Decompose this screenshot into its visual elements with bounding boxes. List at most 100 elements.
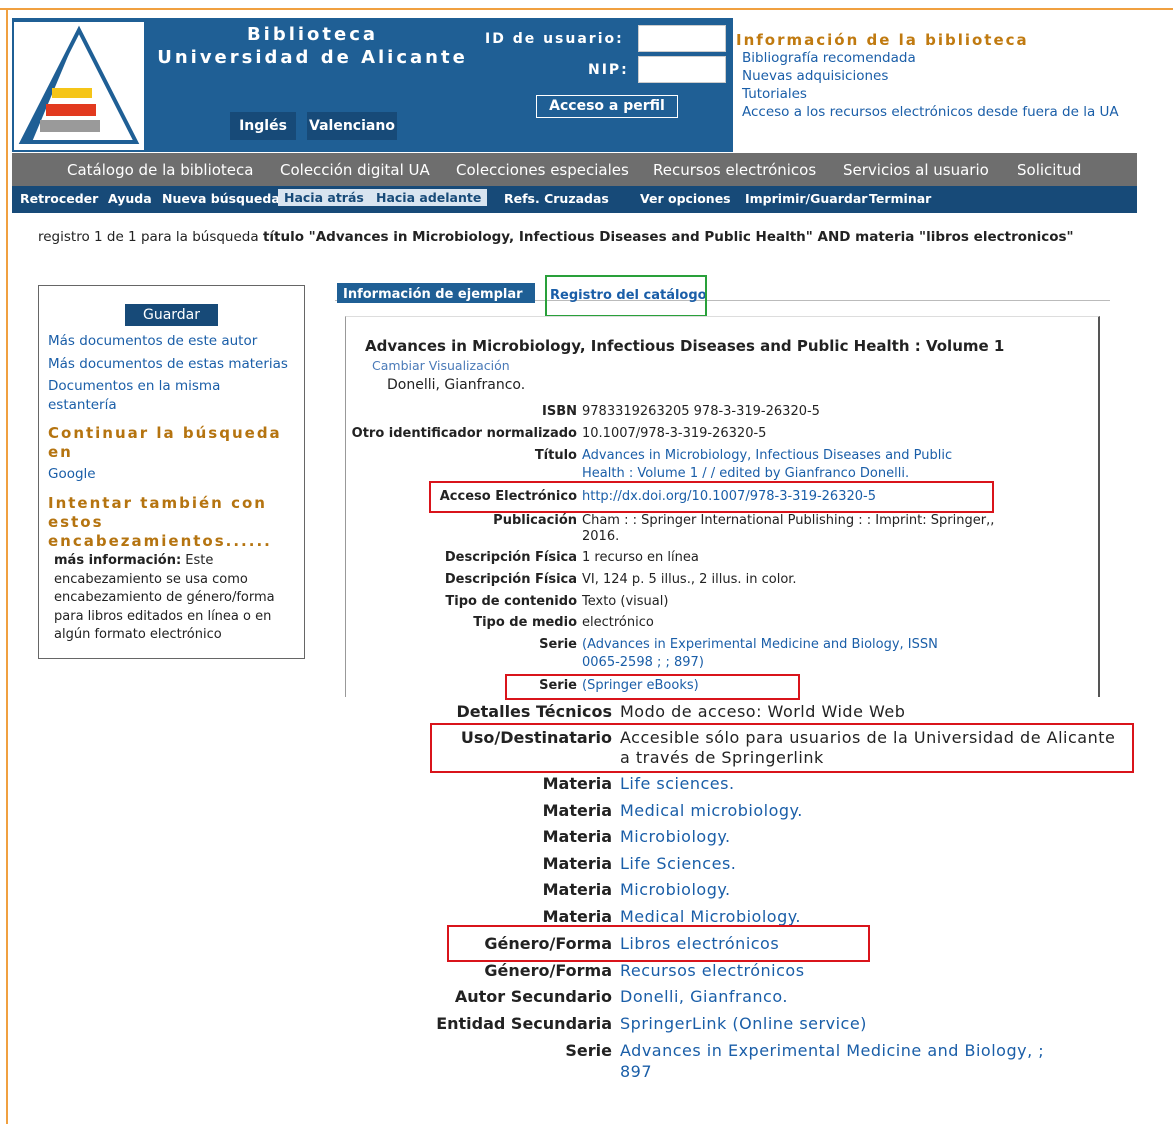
nav-item-catalog[interactable]: Catálogo de la biblioteca bbox=[67, 161, 253, 179]
field-label-technical-details: Detalles Técnicos bbox=[456, 702, 613, 721]
logo-triangle-icon bbox=[18, 25, 140, 144]
search-summary: registro 1 de 1 para la búsqueda título … bbox=[38, 229, 1074, 245]
profile-access-button[interactable]: Acceso a perfil bbox=[536, 95, 678, 118]
library-title: Biblioteca bbox=[246, 24, 379, 45]
field-label-title: Título bbox=[534, 448, 577, 463]
english-button[interactable]: Inglés bbox=[230, 112, 296, 140]
field-value-subject-3[interactable]: Microbiology. bbox=[620, 827, 731, 846]
change-view-link[interactable]: Cambiar Visualización bbox=[372, 358, 510, 373]
record-author: Donelli, Gianfranco. bbox=[387, 377, 526, 393]
catalog-tab-highlight bbox=[545, 275, 707, 317]
field-value-secondary-entity[interactable]: SpringerLink (Online service) bbox=[620, 1014, 867, 1033]
field-value-usage-line1: Accesible sólo para usuarios de la Unive… bbox=[620, 728, 1116, 747]
field-label-electronic-access: Acceso Electrónico bbox=[439, 489, 577, 504]
nav-item-request[interactable]: Solicitud bbox=[1017, 161, 1081, 179]
valencian-button[interactable]: Valenciano bbox=[307, 112, 397, 140]
frame-left-border bbox=[6, 8, 8, 1124]
field-label-publication: Publicación bbox=[493, 513, 577, 528]
field-value-subject-4[interactable]: Life Sciences. bbox=[620, 854, 736, 873]
field-value-isbn: 9783319263205 978-3-319-26320-5 bbox=[582, 404, 820, 419]
field-value-title-line1[interactable]: Advances in Microbiology, Infectious Dis… bbox=[582, 448, 952, 463]
link-same-shelf[interactable]: Documentos en la misma estantería bbox=[48, 377, 248, 415]
field-value-media-type: electrónico bbox=[582, 615, 654, 630]
link-more-by-subjects[interactable]: Más documentos de estas materias bbox=[48, 356, 288, 372]
user-id-input[interactable] bbox=[638, 25, 726, 52]
info-link-remote-access[interactable]: Acceso a los recursos electrónicos desde… bbox=[742, 104, 1119, 120]
field-label-physical-desc-2: Descripción Física bbox=[444, 572, 577, 587]
search-summary-query: título "Advances in Microbiology, Infect… bbox=[262, 229, 1074, 245]
field-label-other-id: Otro identificador normalizado bbox=[351, 426, 577, 441]
field-value-series-3-line2[interactable]: 897 bbox=[620, 1062, 652, 1081]
toolbar-view-options[interactable]: Ver opciones bbox=[640, 191, 731, 206]
field-label-secondary-entity: Entidad Secundaria bbox=[436, 1014, 612, 1033]
field-value-other-id: 10.1007/978-3-319-26320-5 bbox=[582, 426, 767, 441]
field-label-series-2: Serie bbox=[539, 678, 577, 693]
field-label-isbn: ISBN bbox=[542, 404, 577, 419]
library-info-title: Información de la biblioteca bbox=[736, 31, 1029, 49]
toolbar-exit[interactable]: Terminar bbox=[869, 191, 931, 206]
info-link-tutorials[interactable]: Tutoriales bbox=[742, 86, 807, 102]
field-value-content-type: Texto (visual) bbox=[582, 594, 669, 609]
electronic-access-link[interactable]: http://dx.doi.org/10.1007/978-3-319-2632… bbox=[582, 489, 876, 504]
field-label-secondary-author: Autor Secundario bbox=[454, 987, 612, 1006]
field-value-publication-line1: Cham : : Springer International Publishi… bbox=[582, 513, 995, 528]
field-value-subject-1[interactable]: Life sciences. bbox=[620, 774, 735, 793]
nav-item-special-collections[interactable]: Colecciones especiales bbox=[456, 161, 629, 179]
tab-item-information[interactable]: Información de ejemplar bbox=[337, 283, 535, 303]
more-info-label: más información: bbox=[54, 553, 182, 568]
field-label-series-1: Serie bbox=[539, 637, 577, 652]
field-value-subject-5[interactable]: Microbiology. bbox=[620, 880, 731, 899]
field-value-series-3-line1[interactable]: Advances in Experimental Medicine and Bi… bbox=[620, 1041, 1044, 1060]
library-subtitle: Universidad de Alicante bbox=[157, 47, 468, 68]
info-link-new-acquisitions[interactable]: Nuevas adquisiciones bbox=[742, 68, 888, 84]
toolbar-new-search[interactable]: Nueva búsqueda bbox=[162, 191, 280, 206]
field-value-subject-6[interactable]: Medical Microbiology. bbox=[620, 907, 801, 926]
field-value-genre-2[interactable]: Recursos electrónicos bbox=[620, 961, 805, 980]
field-label-subject-1: Materia bbox=[542, 774, 612, 793]
continue-search-heading: Continuar la búsqueda en bbox=[48, 424, 282, 461]
field-value-physical-desc-2: VI, 124 p. 5 illus., 2 illus. in color. bbox=[582, 572, 797, 587]
toolbar-back[interactable]: Retroceder bbox=[20, 191, 98, 206]
more-info-note: más información: Este encabezamiento se … bbox=[54, 552, 299, 645]
nav-item-electronic-resources[interactable]: Recursos electrónicos bbox=[653, 161, 816, 179]
link-more-by-author[interactable]: Más documentos de este autor bbox=[48, 333, 257, 349]
field-label-genre-1: Género/Forma bbox=[484, 934, 612, 953]
field-label-subject-4: Materia bbox=[542, 854, 612, 873]
field-label-media-type: Tipo de medio bbox=[473, 615, 577, 630]
main-navigation: Catálogo de la biblioteca Colección digi… bbox=[12, 153, 1137, 186]
user-id-label: ID de usuario: bbox=[485, 31, 624, 47]
field-value-usage-line2: a través de Springerlink bbox=[620, 748, 824, 767]
field-label-content-type: Tipo de contenido bbox=[445, 594, 577, 609]
link-google[interactable]: Google bbox=[48, 466, 96, 482]
frame-top-border bbox=[0, 8, 1173, 10]
nav-item-user-services[interactable]: Servicios al usuario bbox=[843, 161, 989, 179]
pin-input[interactable] bbox=[638, 56, 726, 83]
university-logo[interactable] bbox=[14, 22, 144, 150]
search-summary-prefix: registro 1 de 1 para la búsqueda bbox=[38, 229, 263, 245]
save-button[interactable]: Guardar bbox=[125, 304, 218, 326]
field-value-series-2[interactable]: (Springer eBooks) bbox=[582, 678, 699, 693]
toolbar-help[interactable]: Ayuda bbox=[108, 191, 152, 206]
toolbar-next[interactable]: Hacia adelante bbox=[370, 189, 488, 206]
field-value-genre-1[interactable]: Libros electrónicos bbox=[620, 934, 779, 953]
field-value-physical-desc-1: 1 recurso en línea bbox=[582, 550, 699, 565]
field-label-subject-6: Materia bbox=[542, 907, 612, 926]
field-value-secondary-author[interactable]: Donelli, Gianfranco. bbox=[620, 987, 788, 1006]
try-headings-heading: Intentar también con estos encabezamient… bbox=[48, 494, 272, 550]
toolbar-cross-refs[interactable]: Refs. Cruzadas bbox=[504, 191, 609, 206]
field-label-subject-2: Materia bbox=[542, 801, 612, 820]
nav-item-digital-collection[interactable]: Colección digital UA bbox=[280, 161, 430, 179]
field-label-genre-2: Género/Forma bbox=[484, 961, 612, 980]
field-value-technical-details: Modo de acceso: World Wide Web bbox=[620, 702, 906, 721]
field-value-series-1-line1[interactable]: (Advances in Experimental Medicine and B… bbox=[582, 637, 938, 652]
info-link-bibliography[interactable]: Bibliografía recomendada bbox=[742, 50, 916, 66]
field-label-subject-5: Materia bbox=[542, 880, 612, 899]
field-label-physical-desc-1: Descripción Física bbox=[444, 550, 577, 565]
field-value-publication-line2: 2016. bbox=[582, 529, 620, 544]
field-label-usage: Uso/Destinatario bbox=[460, 728, 612, 747]
toolbar-previous[interactable]: Hacia atrás bbox=[278, 189, 370, 206]
field-value-series-1-line2[interactable]: 0065-2598 ; ; 897) bbox=[582, 655, 704, 670]
toolbar-print-save[interactable]: Imprimir/Guardar bbox=[745, 191, 867, 206]
field-value-title-line2[interactable]: Health : Volume 1 / / edited by Gianfran… bbox=[582, 466, 909, 480]
field-value-subject-2[interactable]: Medical microbiology. bbox=[620, 801, 803, 820]
